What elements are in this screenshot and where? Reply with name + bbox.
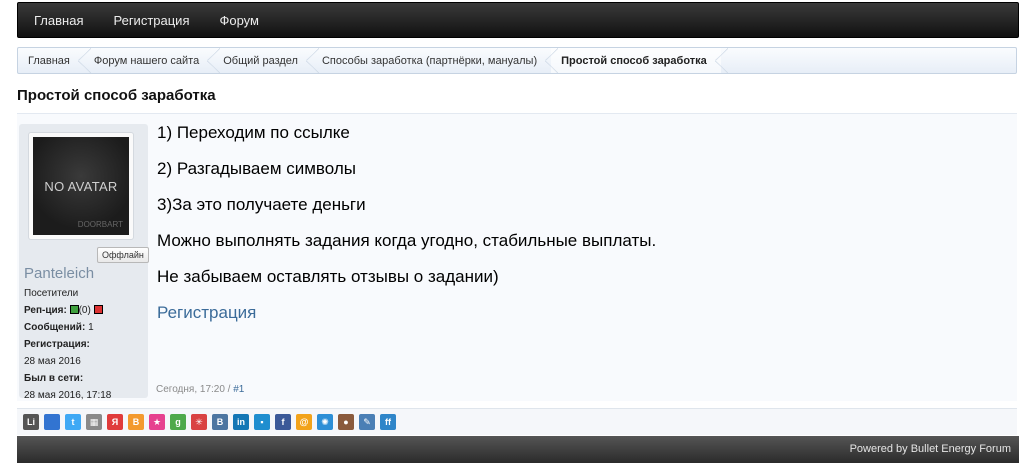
post-time: Сегодня, 17:20 / xyxy=(156,384,234,395)
user-details: Посетители Реп-ция: (0) Сообщений: 1 Рег… xyxy=(24,285,111,404)
message-line: 3)За это получаете деньги xyxy=(157,195,366,214)
livejournal-icon[interactable]: ✎ xyxy=(359,414,375,430)
status-badge: Оффлайн xyxy=(97,247,149,263)
friendfeed-icon[interactable]: ff xyxy=(380,414,396,430)
avatar[interactable]: NO AVATAR DOORBART xyxy=(28,132,134,240)
registration-date: 28 мая 2016 xyxy=(24,356,81,367)
rep-plus-icon[interactable] xyxy=(69,305,79,314)
odnoklassniki-icon[interactable]: ✺ xyxy=(317,414,333,430)
posts-row: Сообщений: 1 xyxy=(24,319,111,336)
top-navigation: Главная Регистрация Форум xyxy=(17,2,1019,38)
message-line: 2) Разгадываем символы xyxy=(157,159,356,178)
linkedin-li-icon[interactable]: Li xyxy=(23,414,39,430)
myspace-icon[interactable]: ▦ xyxy=(86,414,102,430)
user-info-panel: NO AVATAR DOORBART Оффлайн Panteleich По… xyxy=(19,124,149,401)
avatar-placeholder-image: NO AVATAR DOORBART xyxy=(33,137,129,235)
breadcrumb-current-topic: Простой способ заработка xyxy=(551,48,728,73)
windows-live-icon[interactable]: ▪ xyxy=(254,414,270,430)
linkedin-icon[interactable]: in xyxy=(233,414,249,430)
registration-link[interactable]: Регистрация xyxy=(157,303,256,322)
breadcrumb-earning-methods[interactable]: Способы заработка (партнёрки, мануалы) xyxy=(312,48,559,73)
last-seen-label: Был в сети: xyxy=(24,373,84,384)
posts-label: Сообщений: xyxy=(24,322,86,333)
share-bar: Li t ▦ Я B ★ g ✳ Bin ▪ f @ ✺ ● ✎ ff xyxy=(17,408,1017,435)
footer-powered-by: Powered by Bullet Energy Forum xyxy=(849,443,1011,455)
posts-value: 1 xyxy=(88,322,94,333)
yandex-icon[interactable]: Я xyxy=(107,414,123,430)
facebook-icon[interactable]: f xyxy=(275,414,291,430)
rep-minus-icon[interactable] xyxy=(93,305,103,314)
runner-icon[interactable]: ✳ xyxy=(191,414,207,430)
breadcrumb-general-section[interactable]: Общий раздел xyxy=(213,48,319,73)
reputation-label: Реп-ция: xyxy=(24,305,67,316)
forum-post: NO AVATAR DOORBART Оффлайн Panteleich По… xyxy=(17,113,1017,401)
breadcrumb: Главная Форум нашего сайта Общий раздел … xyxy=(17,47,1017,74)
favorites-star-icon[interactable]: ★ xyxy=(149,414,165,430)
vkontakte-icon[interactable]: B xyxy=(212,414,228,430)
nav-home[interactable]: Главная xyxy=(34,13,83,28)
post-message: 1) Переходим по ссылке 2) Разгадываем си… xyxy=(157,122,656,338)
message-line: Можно выполнять задания когда угодно, ст… xyxy=(157,231,657,250)
google-plus-icon[interactable]: g xyxy=(170,414,186,430)
post-meta: Сегодня, 17:20 / #1 xyxy=(156,384,244,395)
blogger-icon[interactable]: B xyxy=(128,414,144,430)
delicious-icon[interactable] xyxy=(44,414,60,430)
registration-label: Регистрация: xyxy=(24,339,90,350)
avatar-watermark: DOORBART xyxy=(77,220,123,229)
post-number-link[interactable]: #1 xyxy=(233,384,244,395)
reputation-row: Реп-ция: (0) xyxy=(24,302,111,319)
footer: Powered by Bullet Energy Forum xyxy=(17,436,1019,463)
nav-forum[interactable]: Форум xyxy=(219,13,259,28)
breadcrumb-forum[interactable]: Форум нашего сайта xyxy=(84,48,221,73)
username[interactable]: Panteleich xyxy=(24,265,94,282)
message-link-row: Регистрация xyxy=(157,302,656,338)
user-group: Посетители xyxy=(24,288,79,299)
moikrug-icon[interactable]: ● xyxy=(338,414,354,430)
breadcrumb-home[interactable]: Главная xyxy=(18,48,91,73)
message-line: Не забываем оставлять отзывы о задании) xyxy=(157,267,499,286)
mailru-icon[interactable]: @ xyxy=(296,414,312,430)
twitter-icon[interactable]: t xyxy=(65,414,81,430)
nav-register[interactable]: Регистрация xyxy=(113,13,189,28)
message-line: 1) Переходим по ссылке xyxy=(157,123,350,142)
reputation-value: (0) xyxy=(78,305,91,316)
page-title: Простой способ заработка xyxy=(17,87,216,104)
last-seen-date: 28 мая 2016, 17:18 xyxy=(24,390,112,401)
avatar-placeholder-text: NO AVATAR xyxy=(44,178,118,194)
